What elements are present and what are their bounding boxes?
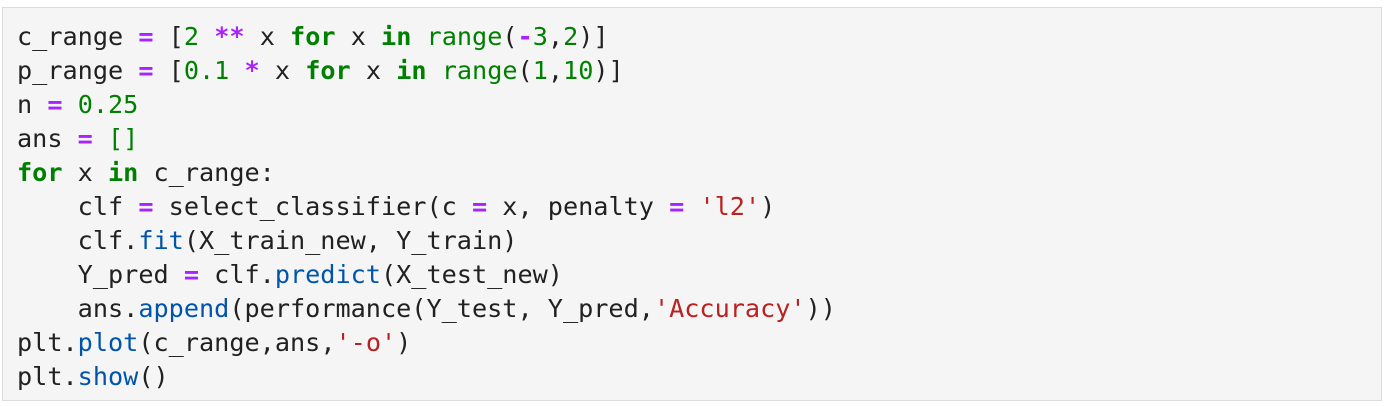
code-token: append bbox=[138, 294, 230, 323]
code-token: [ bbox=[153, 22, 184, 51]
code-token: for bbox=[305, 56, 351, 85]
code-token: )) bbox=[805, 294, 836, 323]
code-token: [ bbox=[153, 56, 184, 85]
line-ans: ans = [] bbox=[17, 122, 1381, 156]
code-token: = bbox=[47, 90, 63, 119]
code-token: for bbox=[290, 22, 336, 51]
code-token: range bbox=[426, 22, 503, 51]
code-token: plt. bbox=[17, 362, 78, 391]
code-token: plot bbox=[77, 328, 139, 357]
line-plt-show: plt.show() bbox=[17, 360, 1381, 394]
code-token: ** bbox=[214, 22, 245, 51]
code-token: )] bbox=[578, 22, 609, 51]
code-token: (performance(Y_test, Y_pred, bbox=[229, 294, 654, 323]
line-clf-assign: clf = select_classifier(c = x, penalty =… bbox=[17, 190, 1381, 224]
code-token: select_classifier(c bbox=[153, 192, 472, 221]
code-token: = bbox=[138, 56, 154, 85]
code-token: x bbox=[244, 22, 291, 51]
code-token: (X_train_new, Y_train) bbox=[183, 226, 518, 255]
code-token: , bbox=[547, 22, 564, 51]
code-token: * bbox=[244, 56, 260, 85]
code-token: clf. bbox=[17, 226, 139, 255]
code-token: x bbox=[259, 56, 306, 85]
code-token: 0.1 bbox=[183, 56, 230, 85]
code-token: ( bbox=[502, 22, 518, 51]
code-token: = bbox=[669, 192, 685, 221]
code-token: ans bbox=[17, 124, 78, 153]
code-token: c_range: bbox=[138, 158, 275, 187]
code-token: = bbox=[471, 192, 488, 221]
code-token: x bbox=[350, 56, 397, 85]
code-token: = bbox=[77, 124, 93, 153]
code-token: Y_pred bbox=[17, 260, 184, 289]
line-p-range: p_range = [0.1 * x for x in range(1,10)] bbox=[17, 54, 1381, 88]
code-token: clf bbox=[17, 192, 139, 221]
code-token: ans. bbox=[17, 294, 139, 323]
code-cell[interactable]: c_range = [2 ** x for x in range(-3,2)] p… bbox=[2, 7, 1382, 401]
code-token: 3 bbox=[532, 22, 548, 51]
code-token: ) bbox=[760, 192, 776, 221]
code-token: - bbox=[517, 22, 533, 51]
code-token: () bbox=[138, 362, 169, 391]
line-n: n = 0.25 bbox=[17, 88, 1381, 122]
code-token: 2 bbox=[563, 22, 579, 51]
code-token: 10 bbox=[563, 56, 594, 85]
line-plt-plot: plt.plot(c_range,ans,'-o') bbox=[17, 326, 1381, 360]
code-token: x bbox=[335, 22, 382, 51]
code-token: n bbox=[17, 90, 48, 119]
code-token: fit bbox=[138, 226, 184, 255]
line-ans-append: ans.append(performance(Y_test, Y_pred,'A… bbox=[17, 292, 1381, 326]
code-token: predict bbox=[274, 260, 381, 289]
code-token: range bbox=[441, 56, 518, 85]
code-token: 0.25 bbox=[77, 90, 139, 119]
code-token: 'l2' bbox=[699, 192, 761, 221]
code-token: ( bbox=[517, 56, 533, 85]
code-token: = bbox=[138, 22, 154, 51]
code-token: x bbox=[62, 158, 108, 187]
code-token: ) bbox=[396, 328, 412, 357]
code-token: 'Accuracy' bbox=[653, 294, 806, 323]
code-token: [] bbox=[108, 124, 139, 153]
line-y-pred: Y_pred = clf.predict(X_test_new) bbox=[17, 258, 1381, 292]
code-token: plt. bbox=[17, 328, 78, 357]
code-token: x, penalty bbox=[487, 192, 670, 221]
code-token: 2 bbox=[183, 22, 200, 51]
code-token: c_range bbox=[17, 22, 139, 51]
code-token: for bbox=[17, 158, 63, 187]
code-token: )] bbox=[593, 56, 624, 85]
code-token: (X_test_new) bbox=[380, 260, 563, 289]
code-token: in bbox=[381, 22, 412, 51]
code-token: p_range bbox=[17, 56, 139, 85]
code-token: = bbox=[138, 192, 154, 221]
code-token: in bbox=[396, 56, 427, 85]
line-clf-fit: clf.fit(X_train_new, Y_train) bbox=[17, 224, 1381, 258]
code-editor[interactable]: c_range = [2 ** x for x in range(-3,2)] p… bbox=[3, 8, 1381, 391]
code-token: clf. bbox=[198, 260, 275, 289]
code-token: (c_range,ans, bbox=[138, 328, 336, 357]
code-token: in bbox=[108, 158, 139, 187]
line-for-loop: for x in c_range: bbox=[17, 156, 1381, 190]
line-c-range: c_range = [2 ** x for x in range(-3,2)] bbox=[17, 20, 1381, 54]
code-token: 1 bbox=[532, 56, 548, 85]
code-token: , bbox=[547, 56, 564, 85]
code-token: = bbox=[183, 260, 199, 289]
code-token: show bbox=[77, 362, 139, 391]
code-token: '-o' bbox=[335, 328, 397, 357]
